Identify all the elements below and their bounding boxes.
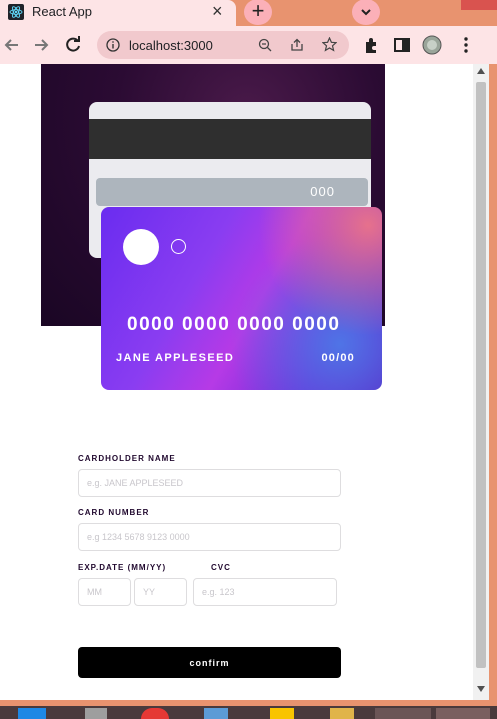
- extensions-icon[interactable]: [361, 35, 381, 55]
- more-menu-icon[interactable]: [456, 35, 476, 55]
- react-icon: [8, 4, 24, 20]
- exp-month-input[interactable]: [78, 578, 131, 606]
- taskbar-app-icon[interactable]: [204, 708, 228, 719]
- address-bar[interactable]: localhost:3000: [97, 31, 349, 59]
- page-viewport: 000 0000 0000 0000 0000 JANE APPLESEED 0…: [0, 64, 473, 700]
- scroll-thumb[interactable]: [476, 82, 486, 668]
- share-icon[interactable]: [290, 38, 304, 52]
- back-arrow-icon[interactable]: [2, 35, 22, 55]
- cardholder-input[interactable]: [78, 469, 341, 497]
- browser-toolbar: localhost:3000: [0, 26, 497, 64]
- card-logo-circle-icon: [123, 229, 159, 265]
- bookmark-star-icon[interactable]: [322, 37, 337, 52]
- scroll-up-arrow-icon[interactable]: [477, 68, 485, 74]
- taskbar-app-icon[interactable]: [141, 708, 169, 719]
- new-tab-button[interactable]: +: [244, 0, 272, 25]
- zoom-icon[interactable]: [258, 38, 272, 52]
- card-back-cvc: 000: [310, 184, 335, 199]
- card-number-label: CARD NUMBER: [78, 508, 150, 517]
- card-expiry-display: 00/00: [321, 352, 355, 364]
- exp-date-label: EXP.DATE (MM/YY): [78, 563, 167, 572]
- scroll-down-arrow-icon[interactable]: [477, 686, 485, 692]
- forward-arrow-icon[interactable]: [31, 35, 51, 55]
- magnetic-stripe: [89, 119, 371, 159]
- browser-tab[interactable]: React App ×: [0, 0, 236, 26]
- confirm-button[interactable]: confirm: [78, 647, 341, 678]
- url-text: localhost:3000: [129, 38, 213, 53]
- taskbar-app-icon[interactable]: [85, 708, 107, 719]
- os-taskbar: [0, 706, 497, 719]
- tab-strip: React App × +: [0, 0, 497, 26]
- tab-title: React App: [32, 4, 92, 19]
- card-number-input[interactable]: [78, 523, 341, 551]
- tab-close-button[interactable]: ×: [212, 1, 223, 21]
- taskbar-app-icon[interactable]: [18, 708, 46, 719]
- cvc-input[interactable]: [193, 578, 337, 606]
- card-holder-display: JANE APPLESEED: [116, 352, 235, 364]
- taskbar-app-icon[interactable]: [375, 708, 431, 719]
- card-logo-ring-icon: [171, 239, 186, 254]
- taskbar-app-icon[interactable]: [330, 708, 354, 719]
- exp-year-input[interactable]: [134, 578, 187, 606]
- window-frame-right: [489, 64, 497, 700]
- cvc-label: CVC: [211, 563, 231, 572]
- window-close-button[interactable]: [461, 0, 497, 10]
- cardholder-label: CARDHOLDER NAME: [78, 454, 176, 463]
- taskbar-app-icon[interactable]: [436, 708, 490, 719]
- tab-search-button[interactable]: [352, 0, 380, 25]
- info-icon[interactable]: [106, 38, 120, 52]
- vertical-scrollbar[interactable]: [473, 64, 489, 700]
- reload-icon[interactable]: [63, 35, 83, 55]
- side-panel-icon[interactable]: [392, 35, 412, 55]
- taskbar-app-icon[interactable]: [270, 708, 294, 719]
- card-number-display: 0000 0000 0000 0000: [127, 314, 341, 335]
- chevron-down-icon: [361, 9, 371, 16]
- profile-avatar-icon[interactable]: [422, 35, 442, 55]
- card-front: 0000 0000 0000 0000 JANE APPLESEED 00/00: [101, 207, 382, 390]
